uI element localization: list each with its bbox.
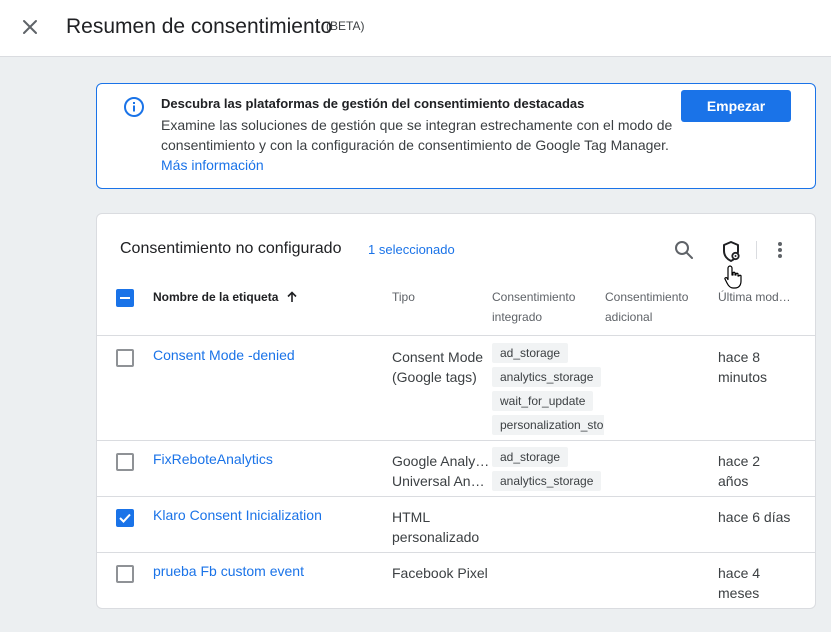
date-line: hace 4 xyxy=(718,565,761,581)
tag-name-link[interactable]: prueba Fb custom event xyxy=(153,563,304,579)
row-checkbox[interactable] xyxy=(116,349,134,367)
column-header-name[interactable]: Nombre de la etiqueta xyxy=(153,287,298,307)
consent-chip: ad_storage xyxy=(492,343,569,363)
tag-name-link[interactable]: Klaro Consent Inicialization xyxy=(153,507,322,523)
selected-count: 1 seleccionado xyxy=(368,242,455,257)
builtin-line1: Consentimiento xyxy=(492,290,576,304)
more-vert-icon[interactable] xyxy=(770,238,790,262)
learn-more-link[interactable]: Más información xyxy=(161,157,264,173)
tag-type: Facebook Pixel xyxy=(392,563,492,583)
tag-type: Google Analytics Universal Analytics xyxy=(392,451,492,491)
consent-chip: analytics_storage xyxy=(492,367,602,387)
card-title: Consentimiento no configurado xyxy=(120,240,342,257)
date-line: hace 8 xyxy=(718,349,761,365)
row-checkbox[interactable] xyxy=(116,453,134,471)
column-name-label: Nombre de la etiqueta xyxy=(153,290,279,304)
consent-chip: ad_storage xyxy=(492,447,569,467)
consent-chip: analytics_storage xyxy=(492,471,602,491)
start-button[interactable]: Empezar xyxy=(681,90,791,122)
banner-title: Descubra las plataformas de gestión del … xyxy=(161,96,585,111)
type-line: Facebook Pixel xyxy=(392,565,488,581)
tag-type: HTML personalizado xyxy=(392,507,492,547)
last-modified: hace 4 meses xyxy=(718,563,808,603)
type-line: (Google tags) xyxy=(392,369,477,385)
info-icon xyxy=(123,96,145,118)
type-line: Consent Mode xyxy=(392,349,484,365)
search-icon[interactable] xyxy=(672,238,696,262)
cmp-banner: Descubra las plataformas de gestión del … xyxy=(96,83,816,189)
type-line: personalizado xyxy=(392,529,480,545)
column-header-type[interactable]: Tipo xyxy=(392,287,415,307)
row-checkbox[interactable] xyxy=(116,565,134,583)
row-checkbox[interactable] xyxy=(116,509,134,527)
builtin-line2: integrado xyxy=(492,310,543,324)
date-line: hace 6 días xyxy=(718,509,791,525)
last-modified: hace 6 días xyxy=(718,507,808,527)
page-title: Resumen de consentimiento xyxy=(66,15,333,38)
extra-line2: adicional xyxy=(605,310,653,324)
consent-chip: personalization_storage xyxy=(492,415,604,435)
close-icon[interactable] xyxy=(18,15,42,39)
beta-badge: (BETA) xyxy=(326,19,365,33)
tag-name-link[interactable]: Consent Mode -denied xyxy=(153,347,295,363)
last-modified: hace 2 años xyxy=(718,451,808,491)
table-row[interactable]: prueba Fb custom event Facebook Pixel ha… xyxy=(97,553,815,608)
builtin-consent-chips: ad_storage analytics_storage xyxy=(492,447,604,495)
column-header-extra-consent[interactable]: Consentimiento adicional xyxy=(605,287,688,327)
type-line: HTML xyxy=(392,509,431,525)
table-header: Nombre de la etiqueta Tipo Consentimient… xyxy=(97,278,815,336)
table-row[interactable]: Consent Mode -denied Consent Mode (Googl… xyxy=(97,337,815,441)
column-header-builtin-consent[interactable]: Consentimiento integrado xyxy=(492,287,575,327)
date-line: minutos xyxy=(718,369,768,385)
banner-text: Examine las soluciones de gestión que se… xyxy=(161,117,673,153)
type-line: Google Analytics xyxy=(392,453,492,469)
last-modified: hace 8 minutos xyxy=(718,347,808,387)
date-line: años xyxy=(718,473,749,489)
arrow-up-icon xyxy=(287,291,297,302)
consent-chip: wait_for_update xyxy=(492,391,594,411)
date-line: meses xyxy=(718,585,760,601)
type-line: Universal Analytics xyxy=(392,473,492,489)
unconfigured-consent-card: Consentimiento no configurado 1 seleccio… xyxy=(96,213,816,609)
select-all-checkbox[interactable] xyxy=(116,289,134,307)
tag-type: Consent Mode (Google tags) xyxy=(392,347,492,387)
table-row[interactable]: Klaro Consent Inicialization HTML person… xyxy=(97,497,815,553)
toolbar-divider xyxy=(756,241,757,259)
table-row[interactable]: FixReboteAnalytics Google Analytics Univ… xyxy=(97,441,815,497)
builtin-consent-chips: ad_storage analytics_storage wait_for_up… xyxy=(492,343,604,439)
date-line: hace 2 xyxy=(718,453,761,469)
tag-name-link[interactable]: FixReboteAnalytics xyxy=(153,451,273,467)
top-bar: Resumen de consentimiento (BETA) xyxy=(0,0,831,57)
shield-gear-icon[interactable] xyxy=(721,240,743,264)
column-header-modified[interactable]: Última mod… xyxy=(718,287,791,307)
extra-line1: Consentimiento xyxy=(605,290,689,304)
banner-body: Examine las soluciones de gestión que se… xyxy=(161,115,681,175)
